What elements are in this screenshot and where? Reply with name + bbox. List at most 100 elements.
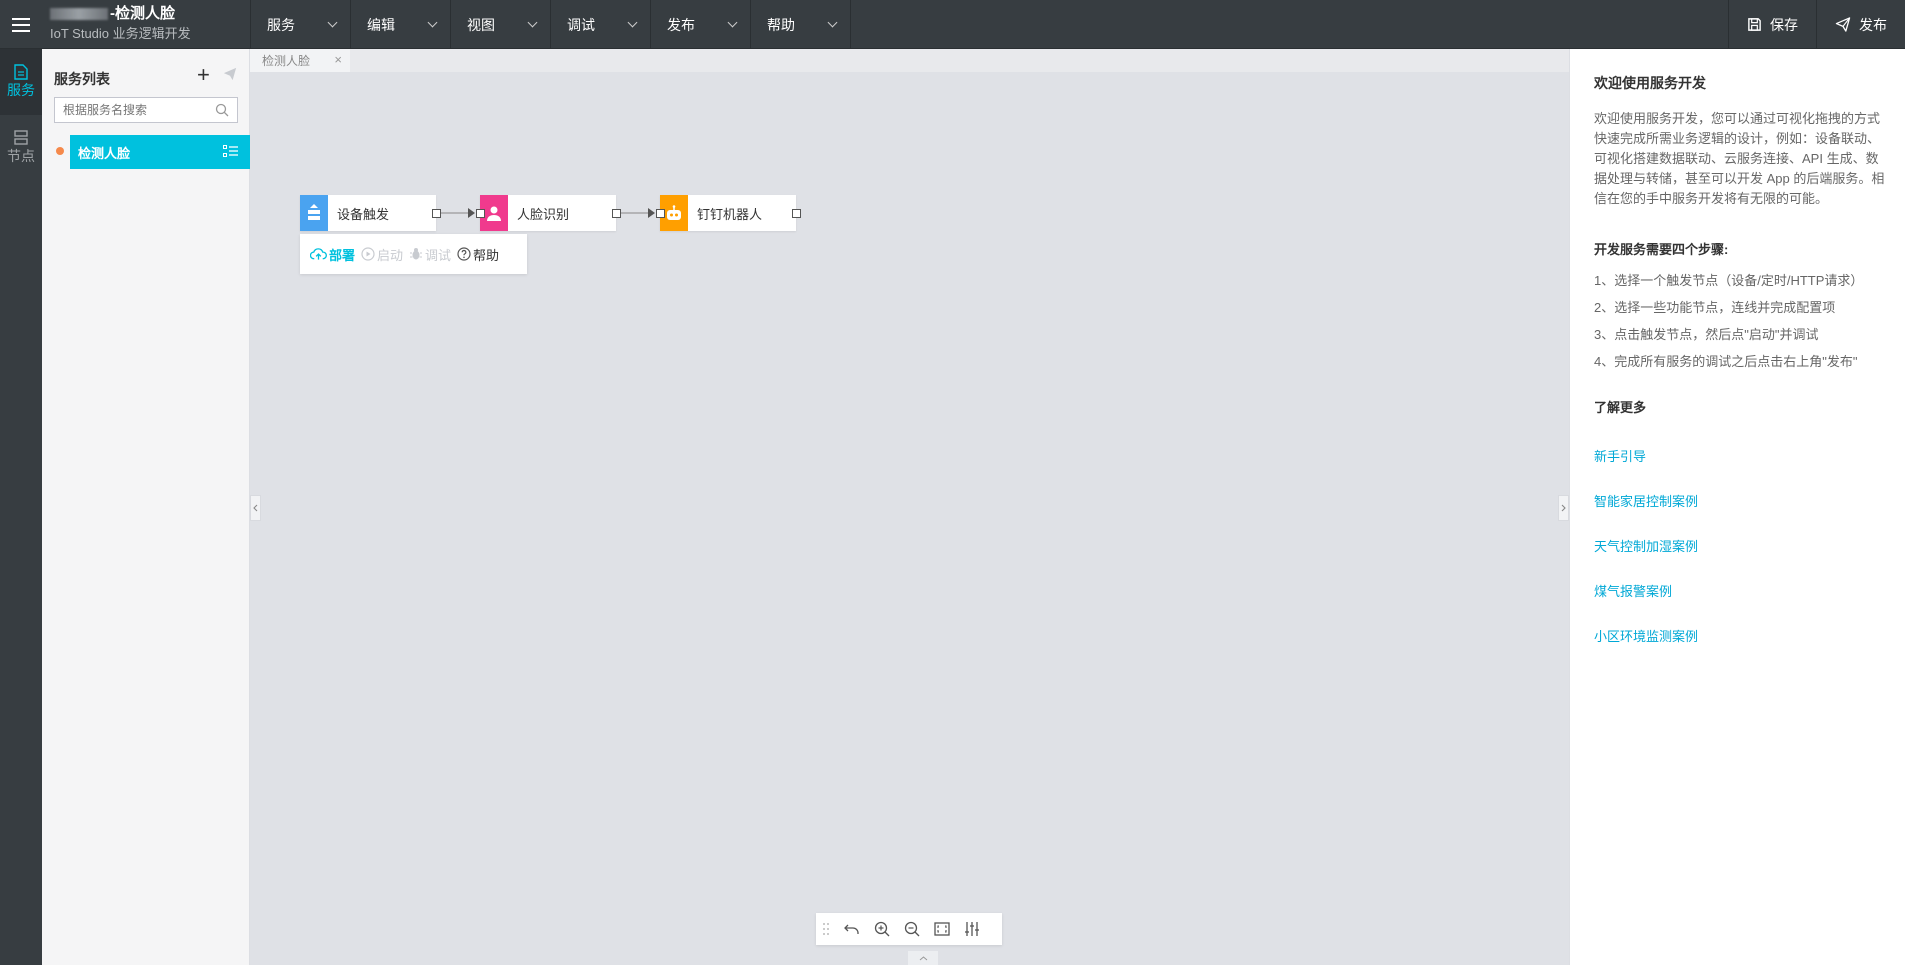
search-icon[interactable]	[215, 103, 229, 117]
menu-view[interactable]: 视图	[451, 0, 551, 49]
help-button[interactable]: 帮助	[457, 245, 499, 264]
start-button[interactable]: 启动	[361, 245, 403, 264]
node-label: 设备触发	[337, 206, 390, 222]
cloud-upload-icon	[310, 248, 327, 260]
node-label: 人脸识别	[517, 206, 570, 222]
step-item: 3、点击触发节点，然后点"启动"并调试	[1594, 327, 1819, 342]
input-port[interactable]	[656, 209, 665, 218]
link-smart-home-case[interactable]: 智能家居控制案例	[1594, 491, 1885, 510]
chevron-up-icon	[919, 955, 927, 960]
menu-edit[interactable]: 编辑	[351, 0, 451, 49]
iconbar-service[interactable]: 服务	[0, 49, 42, 115]
node-face-recognition[interactable]: 人脸识别	[480, 195, 616, 231]
help-title: 欢迎使用服务开发	[1594, 75, 1706, 91]
debug-button[interactable]: 调试	[409, 245, 451, 264]
help-intro: 欢迎使用服务开发，您可以通过可视化拖拽的方式快速完成所需业务逻辑的设计，例如：设…	[1594, 111, 1885, 206]
step-item: 1、选择一个触发节点（设备/定时/HTTP请求）	[1594, 273, 1864, 288]
play-circle-icon	[361, 247, 375, 261]
menu-label: 服务	[267, 16, 295, 33]
chevron-left-icon	[253, 504, 258, 512]
hamburger-menu-icon[interactable]	[0, 0, 42, 49]
deploy-label: 部署	[329, 247, 356, 263]
publish-label: 发布	[1859, 16, 1887, 33]
collapse-left-panel-button[interactable]	[250, 495, 261, 521]
server-icon	[14, 130, 28, 145]
chevron-down-icon	[627, 17, 638, 28]
menu-label: 帮助	[767, 16, 795, 33]
service-search-input[interactable]	[55, 98, 205, 122]
bottom-panel-toggle[interactable]	[908, 951, 938, 965]
node-device-trigger[interactable]: 设备触发	[300, 195, 436, 231]
node-label: 钉钉机器人	[697, 206, 763, 222]
list-detail-icon[interactable]	[223, 145, 238, 158]
paper-plane-icon	[1835, 17, 1851, 32]
undo-icon[interactable]	[844, 923, 860, 935]
menu-debug[interactable]: 调试	[551, 0, 651, 49]
help-label: 帮助	[473, 247, 500, 263]
output-port[interactable]	[432, 209, 441, 218]
service-title: -检测人脸	[110, 5, 175, 22]
chevron-right-icon	[1561, 504, 1566, 512]
chevron-down-icon	[427, 17, 438, 28]
top-actions: 保存 发布	[1728, 0, 1905, 49]
steps-title: 开发服务需要四个步骤:	[1594, 242, 1729, 257]
menu-publish[interactable]: 发布	[651, 0, 751, 49]
menu-label: 调试	[567, 16, 595, 33]
canvas-zoom-toolbar	[816, 913, 1002, 945]
redacted-text	[50, 8, 108, 21]
bug-icon	[410, 248, 423, 260]
service-item-label: 检测人脸	[78, 145, 131, 161]
app-subtitle: IoT Studio 业务逻辑开发	[50, 26, 191, 41]
chevron-down-icon	[327, 17, 338, 28]
question-circle-icon	[457, 247, 471, 261]
main-menu: 服务 编辑 视图 调试 发布 帮助	[250, 0, 851, 49]
menu-help[interactable]: 帮助	[751, 0, 851, 49]
iconbar-node[interactable]: 节点	[0, 115, 42, 181]
output-port[interactable]	[612, 209, 621, 218]
help-panel: 欢迎使用服务开发 欢迎使用服务开发，您可以通过可视化拖拽的方式快速完成所需业务逻…	[1569, 49, 1905, 965]
iconbar-service-label: 服务	[7, 82, 35, 98]
chevron-down-icon	[727, 17, 738, 28]
node-dingtalk-robot[interactable]: 钉钉机器人	[660, 195, 796, 231]
link-gas-alarm-case[interactable]: 煤气报警案例	[1594, 581, 1885, 600]
top-bar: -检测人脸 IoT Studio 业务逻辑开发 服务 编辑 视图 调试 发布 帮…	[0, 0, 1905, 49]
status-dot	[56, 147, 64, 155]
link-weather-humidify-case[interactable]: 天气控制加湿案例	[1594, 536, 1885, 555]
step-item: 4、完成所有服务的调试之后点击右上角"发布"	[1594, 354, 1858, 369]
add-service-button[interactable]: +	[197, 64, 210, 86]
service-list-item[interactable]: 检测人脸	[70, 135, 250, 169]
output-port[interactable]	[792, 209, 801, 218]
menu-label: 编辑	[367, 16, 395, 33]
flow-canvas[interactable]: 检测人脸 × 设备触发 人脸识别 钉钉机器人 部署 启动 调试 帮助	[250, 49, 1569, 965]
chevron-down-icon	[527, 17, 538, 28]
menu-label: 发布	[667, 16, 695, 33]
device-trigger-icon	[300, 195, 328, 231]
input-port[interactable]	[476, 209, 485, 218]
left-icon-bar: 服务 节点	[0, 49, 42, 965]
zoom-out-icon[interactable]	[904, 921, 920, 937]
node-action-toolbar: 部署 启动 调试 帮助	[300, 234, 527, 274]
fit-view-icon[interactable]	[934, 922, 950, 936]
app-title: -检测人脸 IoT Studio 业务逻辑开发	[50, 4, 191, 44]
publish-button[interactable]: 发布	[1816, 0, 1905, 49]
drag-handle-icon[interactable]	[822, 922, 830, 936]
menu-service[interactable]: 服务	[250, 0, 351, 49]
chevron-down-icon	[827, 17, 838, 28]
step-item: 2、选择一些功能节点，连线并完成配置项	[1594, 300, 1836, 315]
service-list-panel: 服务列表 + 检测人脸	[42, 49, 250, 965]
start-label: 启动	[377, 247, 404, 263]
settings-sliders-icon[interactable]	[964, 921, 980, 937]
save-label: 保存	[1770, 16, 1798, 33]
debug-label: 调试	[425, 247, 452, 263]
save-icon	[1748, 18, 1761, 31]
learn-more-title: 了解更多	[1594, 400, 1647, 415]
link-community-monitor-case[interactable]: 小区环境监测案例	[1594, 626, 1885, 645]
menu-label: 视图	[467, 16, 495, 33]
service-search	[54, 97, 238, 123]
collapse-right-panel-button[interactable]	[1558, 495, 1569, 521]
link-beginner-guide[interactable]: 新手引导	[1594, 446, 1885, 465]
zoom-in-icon[interactable]	[874, 921, 890, 937]
save-button[interactable]: 保存	[1728, 0, 1816, 49]
send-icon[interactable]	[223, 67, 237, 81]
deploy-button[interactable]: 部署	[310, 245, 355, 264]
